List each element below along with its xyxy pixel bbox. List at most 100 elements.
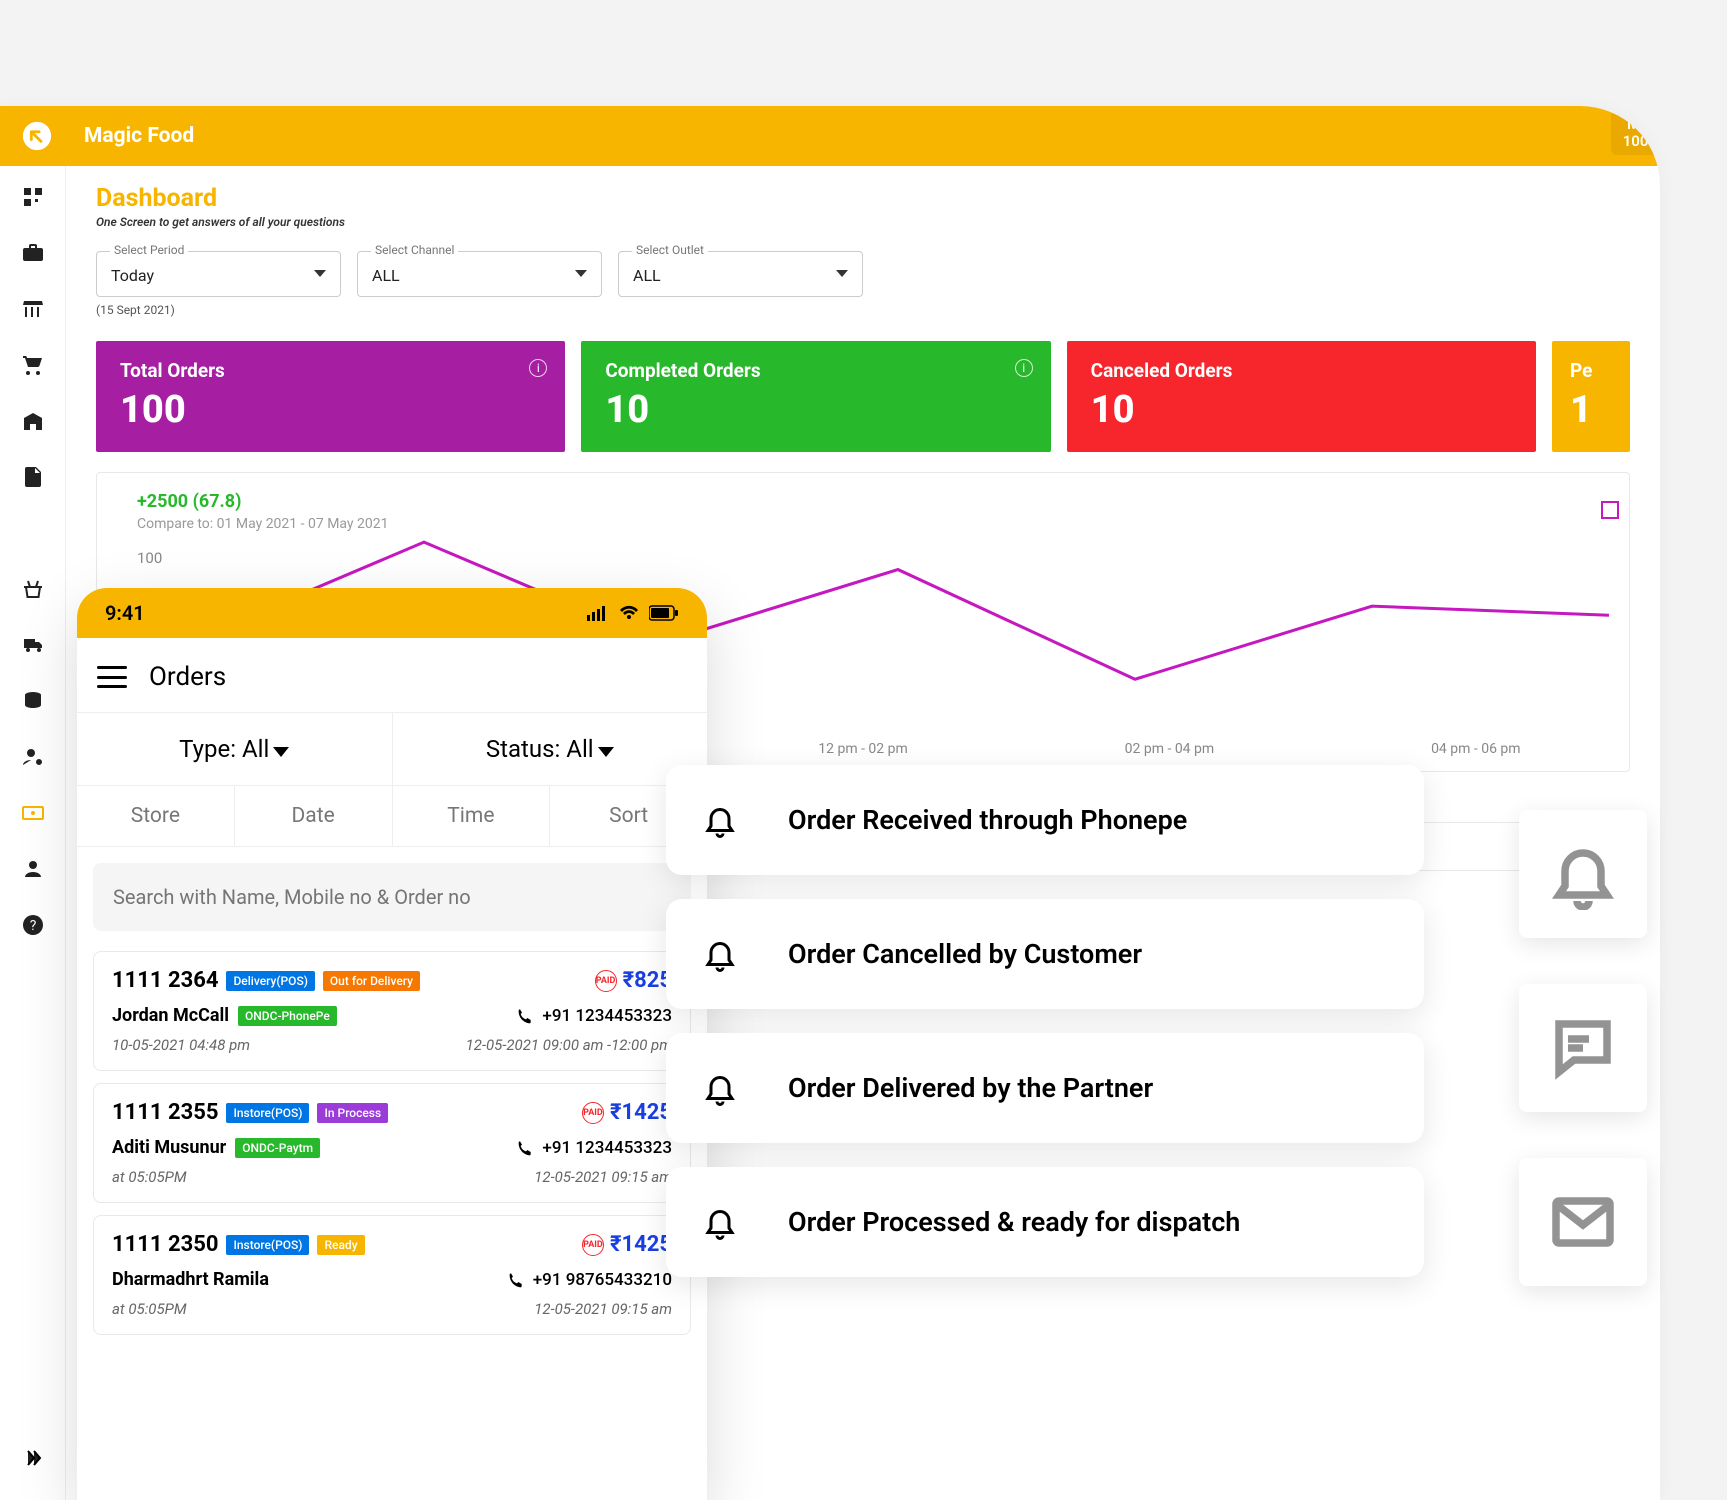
order-tag: Instore(POS) (226, 1103, 309, 1123)
card-label: Pe (1570, 359, 1624, 382)
order-timestamp: at 05:05PM (112, 1300, 187, 1318)
nav-analytics-icon[interactable] (20, 520, 46, 546)
paid-badge-icon: PAID (582, 1102, 604, 1124)
card-canceled-orders[interactable]: Canceled Orders 10 (1067, 341, 1536, 452)
mobile-status-bar: 9:41 (77, 588, 707, 638)
col-date[interactable]: Date (235, 786, 393, 846)
bell-icon (702, 936, 738, 972)
page-title: Dashboard (96, 184, 1630, 213)
info-icon[interactable]: i (529, 359, 547, 377)
hamburger-icon[interactable] (97, 666, 127, 688)
col-store[interactable]: Store (77, 786, 235, 846)
card-value: 100 (120, 388, 541, 432)
chat-icon (1547, 1012, 1619, 1084)
card-value: 10 (1091, 388, 1512, 432)
notification-text: Order Received through Phonepe (788, 804, 1187, 836)
filter-row: Select Period Today (15 Sept 2021) Selec… (96, 251, 1630, 317)
search-input[interactable] (93, 863, 691, 931)
order-item[interactable]: 1111 2355 Instore(POS)In Process PAID₹14… (93, 1083, 691, 1203)
float-email-button[interactable] (1519, 1158, 1647, 1286)
card-label: Total Orders (120, 359, 541, 382)
chevron-down-icon (314, 270, 326, 277)
page-subtitle: One Screen to get answers of all your qu… (96, 215, 1630, 229)
nav-basket-icon[interactable] (20, 576, 46, 602)
legend-square-icon (1601, 501, 1619, 519)
paid-badge-icon: PAID (582, 1234, 604, 1256)
sidebar-expand-button[interactable] (20, 1446, 46, 1472)
notification-card[interactable]: Order Processed & ready for dispatch (666, 1167, 1424, 1277)
period-note: (15 Sept 2021) (96, 303, 341, 317)
nav-store-icon[interactable] (20, 296, 46, 322)
nav-cart-icon[interactable] (20, 352, 46, 378)
mobile-header: Orders (77, 638, 707, 713)
customer-phone[interactable]: +91 1234453323 (516, 1138, 672, 1158)
col-time[interactable]: Time (393, 786, 551, 846)
nav-warehouse-icon[interactable] (20, 408, 46, 434)
nav-document-icon[interactable] (20, 464, 46, 490)
app-header: Magic Food Moh 1002 (0, 106, 1660, 166)
float-notifications-button[interactable] (1519, 810, 1647, 938)
status-icons (587, 605, 679, 621)
nav-dashboard-icon[interactable] (20, 184, 46, 210)
outlet-label: Select Outlet (632, 243, 708, 257)
phone-icon (516, 1008, 532, 1024)
order-item[interactable]: 1111 2350 Instore(POS)Ready PAID₹1425 Dh… (93, 1215, 691, 1335)
float-messages-button[interactable] (1519, 984, 1647, 1112)
phone-icon (516, 1140, 532, 1156)
notification-card[interactable]: Order Received through Phonepe (666, 765, 1424, 875)
chart-delta: +2500 (67.8) (137, 491, 1589, 512)
chevron-down-icon (273, 747, 289, 757)
notification-card[interactable]: Order Delivered by the Partner (666, 1033, 1424, 1143)
signal-icon (587, 605, 609, 621)
x-tick: 12 pm - 02 pm (710, 741, 1016, 757)
brand-name: Magic Food (84, 124, 194, 148)
x-tick: 02 pm - 04 pm (1016, 741, 1322, 757)
order-timestamp: 10-05-2021 04:48 pm (112, 1036, 250, 1054)
card-total-orders[interactable]: i Total Orders 100 (96, 341, 565, 452)
period-select[interactable]: Select Period Today (96, 251, 341, 297)
notification-card[interactable]: Order Cancelled by Customer (666, 899, 1424, 1009)
bell-icon (1547, 838, 1619, 910)
nav-truck-icon[interactable] (20, 632, 46, 658)
mobile-title: Orders (149, 662, 226, 692)
mobile-filter-tabs: Type: All Status: All (77, 713, 707, 786)
mobile-search (77, 847, 707, 951)
customer-phone[interactable]: +91 1234453323 (516, 1006, 672, 1026)
card-completed-orders[interactable]: i Completed Orders 10 (581, 341, 1050, 452)
customer-phone[interactable]: +91 98765433210 (507, 1270, 672, 1290)
order-tag: Delivery(POS) (226, 971, 314, 991)
sidebar: ? (0, 166, 66, 1500)
type-filter-tab[interactable]: Type: All (77, 713, 393, 785)
nav-user-settings-icon[interactable] (20, 744, 46, 770)
brand-logo-icon (12, 111, 62, 161)
bell-icon (702, 1204, 738, 1240)
nav-coins-icon[interactable] (20, 688, 46, 714)
nav-payment-icon[interactable] (20, 800, 46, 826)
order-number: 1111 2355 (112, 1100, 218, 1125)
order-number: 1111 2364 (112, 968, 218, 993)
notification-text: Order Cancelled by Customer (788, 938, 1142, 970)
card-pending-orders[interactable]: Pe 1 (1552, 341, 1630, 452)
nav-support-icon[interactable] (20, 856, 46, 882)
order-item[interactable]: 1111 2364 Delivery(POS)Out for Delivery … (93, 951, 691, 1071)
chevron-down-icon (575, 270, 587, 277)
status-time: 9:41 (105, 601, 145, 625)
order-tag: Instore(POS) (226, 1235, 309, 1255)
status-filter-tab[interactable]: Status: All (393, 713, 708, 785)
mobile-orders-overlay: 9:41 Orders Type: All Status: All Store … (77, 588, 707, 1500)
phone-icon (507, 1272, 523, 1288)
chevron-down-icon (836, 270, 848, 277)
chart-compare: Compare to: 01 May 2021 - 07 May 2021 (137, 516, 1589, 532)
floating-actions (1519, 810, 1647, 1286)
envelope-icon (1547, 1186, 1619, 1258)
channel-select[interactable]: Select Channel ALL (357, 251, 602, 297)
nav-help-icon[interactable]: ? (20, 912, 46, 938)
info-icon[interactable]: i (1015, 359, 1033, 377)
channel-label: Select Channel (371, 243, 458, 257)
user-badge[interactable]: Moh 1002 (1611, 110, 1660, 155)
nav-briefcase-icon[interactable] (20, 240, 46, 266)
outlet-select[interactable]: Select Outlet ALL (618, 251, 863, 297)
customer-name: Dharmadhrt Ramila (112, 1269, 269, 1290)
order-tag: Ready (317, 1235, 364, 1255)
user-name: Moh (1623, 116, 1657, 133)
